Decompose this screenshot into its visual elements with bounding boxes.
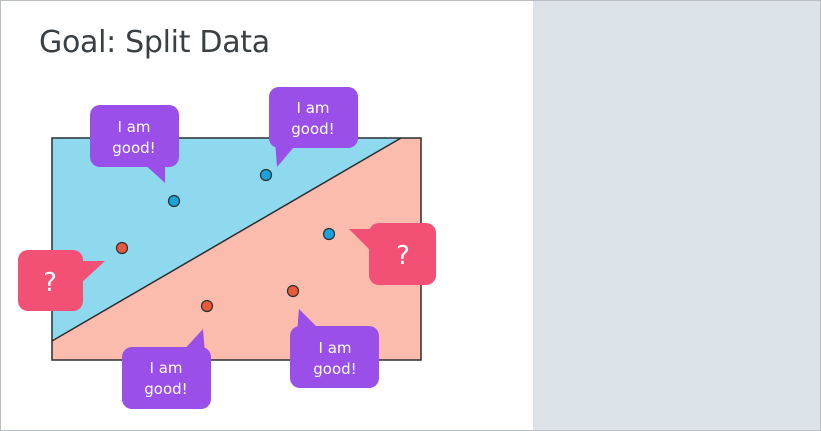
data-point-blue [259, 168, 273, 182]
split-data-diagram: I am good! I am good! I am good! I am go… [18, 87, 436, 409]
question-mark-text: ? [396, 241, 410, 271]
data-point-blue [167, 194, 181, 208]
bubble-text-line: good! [112, 139, 155, 157]
bubble-text-line: I am [319, 339, 352, 357]
bubble-text-line: I am [150, 359, 183, 377]
data-point-red [200, 299, 214, 313]
question-mark-text: ? [43, 268, 57, 298]
side-panel [533, 1, 820, 430]
bubble-text-line: I am [118, 118, 151, 136]
bubble-text-line: good! [291, 120, 334, 138]
bubble-text-line: good! [313, 360, 356, 378]
data-point-red [115, 241, 129, 255]
slide-area: Goal: Split Data I am good! I am good! I… [1, 1, 532, 430]
data-point-blue [322, 227, 336, 241]
bubble-text-line: I am [297, 99, 330, 117]
bubble-text-line: good! [144, 380, 187, 398]
screenshot-frame: Goal: Split Data I am good! I am good! I… [0, 0, 821, 431]
data-point-red [286, 284, 300, 298]
